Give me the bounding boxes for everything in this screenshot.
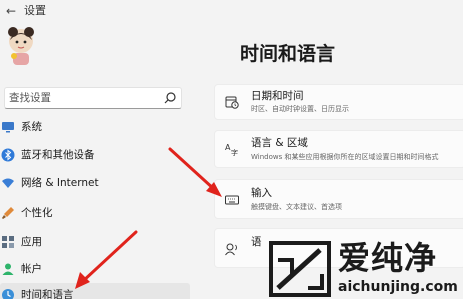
sidebar-item-personalization[interactable]: 个性化 <box>0 201 190 225</box>
sidebar-item-label: 时间和语言 <box>21 289 74 299</box>
sidebar-item-time-language[interactable]: 时间和语言 <box>0 283 190 299</box>
card-title: 输入 <box>251 187 272 199</box>
app-title: 设置 <box>24 4 46 17</box>
title-bar: ← 设置 <box>0 0 463 22</box>
bluetooth-icon <box>1 148 15 162</box>
globe-clock-icon <box>2 289 14 299</box>
sidebar-item-label: 应用 <box>21 236 42 248</box>
monitor-icon <box>2 122 14 133</box>
sidebar-item-label: 帐户 <box>21 263 42 275</box>
language-icon: A 字 <box>225 143 238 156</box>
keyboard-icon <box>225 195 239 205</box>
sidebar-item-apps[interactable]: 应用 <box>0 230 190 254</box>
watermark-text: 爱纯净 <box>338 239 438 277</box>
sidebar-item-system[interactable]: 系统 <box>0 115 190 139</box>
sidebar-item-label: 系统 <box>21 121 42 133</box>
search-icon[interactable] <box>163 91 177 105</box>
watermark: 爱纯净 aichunjing.com <box>268 238 463 299</box>
card-title: 语言 & 区域 <box>251 137 308 149</box>
person-icon <box>2 263 14 275</box>
card-title: 日期和时间 <box>251 90 304 102</box>
page-title: 时间和语言 <box>240 43 336 65</box>
sidebar-item-accounts[interactable]: 帐户 <box>0 257 190 281</box>
calendar-clock-icon <box>225 96 239 109</box>
search-box[interactable]: 查找设置 <box>4 87 182 109</box>
avatar[interactable] <box>4 26 38 66</box>
brush-icon <box>2 207 14 219</box>
apps-icon <box>2 236 14 248</box>
sidebar-item-bluetooth[interactable]: 蓝牙和其他设备 <box>0 143 190 167</box>
sidebar-item-label: 个性化 <box>21 207 53 219</box>
svg-text:字: 字 <box>231 148 238 156</box>
back-arrow-icon[interactable]: ← <box>6 4 16 18</box>
sidebar-item-label: 网络 & Internet <box>21 177 99 189</box>
sidebar-item-label: 蓝牙和其他设备 <box>21 149 95 161</box>
sidebar-item-network[interactable]: 网络 & Internet <box>0 171 190 195</box>
speech-icon <box>225 243 237 256</box>
settings-card-language-region[interactable]: A 字 语言 & 区域 Windows 和某些应用根据你所在的区域设置日期和时间… <box>214 130 463 168</box>
watermark-url: aichunjing.com <box>338 279 458 295</box>
card-subtitle: Windows 和某些应用根据你所在的区域设置日期和时间格式 <box>251 153 439 161</box>
watermark-logo <box>269 241 331 297</box>
card-subtitle: 时区、自动时钟设置、日历显示 <box>251 105 349 113</box>
avatar-image <box>8 27 34 65</box>
settings-card-typing[interactable]: 输入 触摸键盘、文本建议、首选项 <box>214 179 463 219</box>
search-input[interactable]: 查找设置 <box>9 91 51 105</box>
card-subtitle: 触摸键盘、文本建议、首选项 <box>251 203 342 211</box>
settings-card-date-time[interactable]: 日期和时间 时区、自动时钟设置、日历显示 <box>214 84 463 120</box>
card-title: 语 <box>251 236 262 248</box>
wifi-icon <box>2 178 14 188</box>
